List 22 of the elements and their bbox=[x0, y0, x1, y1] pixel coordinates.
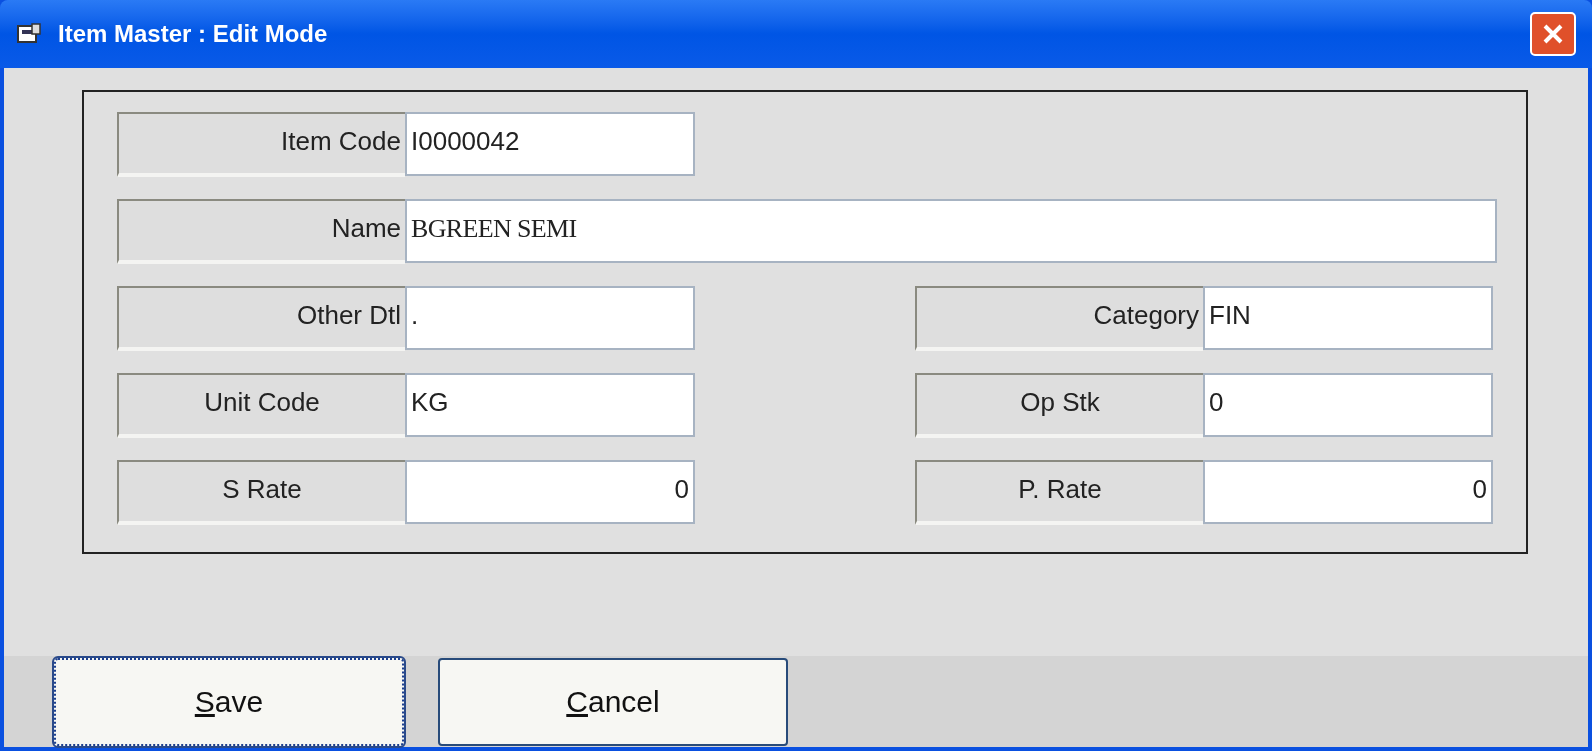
text-field[interactable]: 0 bbox=[1203, 460, 1493, 524]
dialog-button[interactable]: Save bbox=[54, 657, 404, 746]
field-label: Op Stk bbox=[915, 373, 1203, 438]
text-field[interactable]: I0000042 bbox=[405, 112, 695, 176]
window-icon bbox=[16, 22, 42, 46]
field-label: Other Dtl bbox=[117, 286, 405, 351]
text-field[interactable]: BGREEN SEMI bbox=[405, 199, 1497, 263]
field-label: Unit Code bbox=[117, 373, 405, 438]
field-label: P. Rate bbox=[915, 460, 1203, 525]
field-label: Item Code bbox=[117, 112, 405, 177]
close-button[interactable] bbox=[1530, 12, 1576, 56]
close-icon bbox=[1541, 22, 1565, 46]
text-field[interactable]: 0 bbox=[1203, 373, 1493, 437]
text-field[interactable]: . bbox=[405, 286, 695, 350]
field-label: Category bbox=[915, 286, 1203, 351]
field-label: S Rate bbox=[117, 460, 405, 525]
field-label: Name bbox=[117, 199, 405, 264]
text-field[interactable]: FIN bbox=[1203, 286, 1493, 350]
dialog-button[interactable]: Cancel bbox=[438, 657, 788, 746]
text-field[interactable]: 0 bbox=[405, 460, 695, 524]
text-field[interactable]: KG bbox=[405, 373, 695, 437]
window-title: Item Master : Edit Mode bbox=[58, 19, 328, 49]
